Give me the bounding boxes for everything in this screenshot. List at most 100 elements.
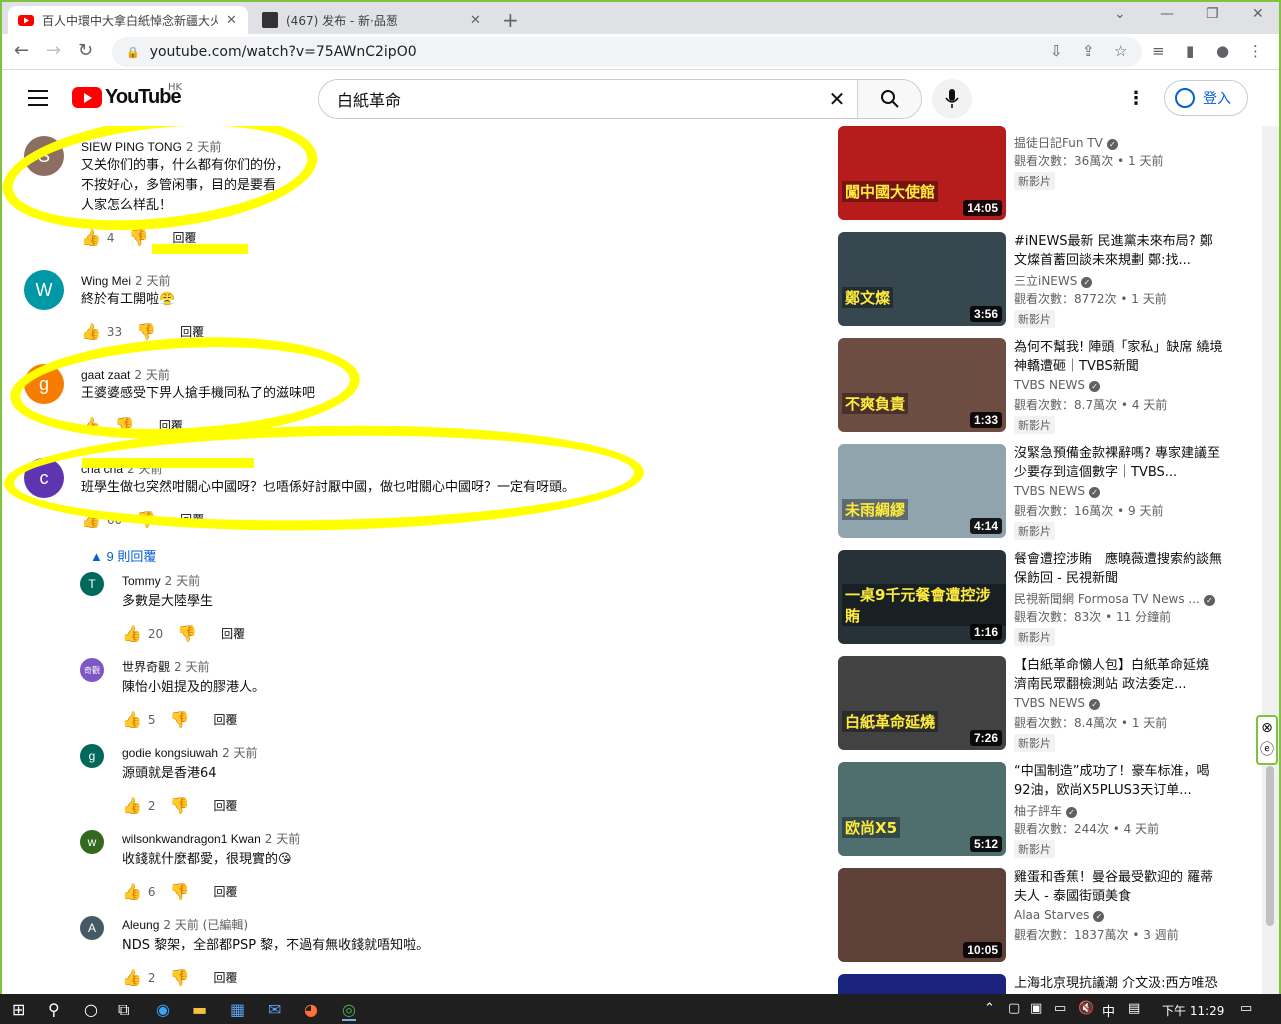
video-channel[interactable]: Alaa Starves ✓ [1014,908,1105,922]
like-icon[interactable]: 👍 [81,322,101,341]
settings-more-icon[interactable]: ⋮ [1127,88,1145,109]
like-icon[interactable]: 👍 [81,510,101,529]
edge-icon[interactable]: ◉ [156,1000,170,1019]
related-video[interactable]: 欧尚X5 5:12 “中国制造”成功了！豪车标准，喝92油，欧尚X5PLUS3天订单… [838,762,1258,858]
avatar[interactable]: W [24,270,64,310]
video-channel[interactable]: 三立iNEWS ✓ [1014,272,1093,289]
dislike-icon[interactable]: 👎 [177,624,197,643]
like-icon[interactable]: 👍 [122,882,142,901]
video-title[interactable]: 餐會遭控涉賄 應曉薇遭搜索約談無保飭回 - 民視新聞 [1014,550,1224,588]
video-title[interactable]: 【白紙革命懶人包】白紙革命延燒 濟南民眾翻檢測站 政法委定... [1014,656,1224,694]
comment-author[interactable]: wilsonkwandragon1 Kwan [122,832,261,846]
video-thumbnail[interactable]: 未雨綢繆 4:14 [838,444,1006,538]
replies-toggle-button[interactable]: ▲ 9 則回覆 [90,546,156,565]
close-window-icon[interactable]: ✕ [1252,6,1264,22]
like-icon[interactable]: 👍 [122,624,142,643]
related-video[interactable]: 未雨綢繆 4:14 沒緊急預備金款裸辭嗎? 專家建議至少要存到這個數字｜TVBS..… [838,444,1258,540]
avatar[interactable]: w [80,830,104,854]
forward-icon[interactable]: → [46,40,61,61]
comment-author[interactable]: godie kongsiuwah [122,746,218,760]
reload-icon[interactable]: ↻ [78,40,93,61]
like-icon[interactable]: 👍 [122,968,142,987]
comment-time[interactable]: 2 天前 [186,140,221,154]
dislike-icon[interactable]: 👎 [115,416,135,435]
tab-youtube[interactable]: 百人中環中大拿白紙悼念新疆大火 ✕ [8,6,248,34]
comment-author[interactable]: Tommy [122,574,161,588]
video-thumbnail[interactable]: 白紙革命延燒 7:26 [838,656,1006,750]
video-channel[interactable]: 揾徒日記Fun TV ✓ [1014,134,1118,151]
comment-time[interactable]: 2 天前 [165,574,200,588]
comment-time[interactable]: 2 天前 [174,660,209,674]
tab-search-icon[interactable]: ⌄ [1114,6,1126,22]
reply-button[interactable]: 回覆 [180,323,204,340]
video-title[interactable]: 為何不幫我! 陣頭「家私」缺席 繞境 神轎遭砸｜TVBS新聞 [1014,338,1224,376]
comment-time[interactable]: 2 天前 [135,274,170,288]
related-video[interactable]: 白紙革命延燒 7:26 【白紙革命懶人包】白紙革命延燒 濟南民眾翻檢測站 政法委定.… [838,656,1258,752]
avatar[interactable]: A [80,916,104,940]
tray-app-icon[interactable]: ▣ [1030,1001,1042,1016]
search-input[interactable] [319,80,817,118]
related-video[interactable]: 10:05 雞蛋和香蕉！曼谷最受歡迎的 羅蒂夫人 - 泰國街頭美食 Alaa Sta… [838,868,1258,962]
mail-icon[interactable]: ✉ [268,1000,281,1019]
store-icon[interactable]: ▦ [230,1000,245,1019]
dislike-icon[interactable]: 👎 [170,796,190,815]
hamburger-menu-icon[interactable] [28,90,48,106]
like-icon[interactable]: 👍 [81,228,101,247]
close-tab-icon[interactable]: ✕ [470,13,481,28]
comment-author[interactable]: SIEW PING TONG [81,140,182,154]
clear-search-icon[interactable]: ✕ [817,80,857,118]
volume-muted-icon[interactable]: 🔇 [1078,1001,1094,1016]
reply-button[interactable]: 回覆 [213,797,237,814]
like-icon[interactable]: 👍 [81,416,101,435]
scrollbar-thumb[interactable] [1266,766,1274,926]
avatar[interactable]: 奇觀 [80,658,104,682]
youtube-logo[interactable]: YouTube HK [72,82,182,109]
tab-pincong[interactable]: (467) 发布 - 新·品葱 ✕ [252,6,492,34]
task-view-icon[interactable]: ⧉ [118,1000,129,1020]
video-thumbnail[interactable]: 不爽負責 1:33 [838,338,1006,432]
extension-widget[interactable]: ⊗ ⓔ [1256,715,1278,765]
chrome-icon[interactable]: ◎ [342,1000,356,1021]
install-icon[interactable]: ⇩ [1050,42,1063,60]
chrome-menu-icon[interactable]: ⋮ [1248,42,1263,60]
comment-time[interactable]: 2 天前 [222,746,257,760]
like-icon[interactable]: 👍 [122,796,142,815]
tray-expand-icon[interactable]: ⌃ [984,1001,995,1016]
related-video[interactable]: 不爽負責 1:33 為何不幫我! 陣頭「家私」缺席 繞境 神轎遭砸｜TVBS新聞 TV… [838,338,1258,434]
avatar[interactable]: g [80,744,104,768]
video-title[interactable]: #iNEWS最新 民進黨未來布局? 鄭文燦首蓄回談未來規劃 鄭:找... [1014,232,1224,270]
comment-author[interactable]: gaat zaat [81,368,130,382]
share-icon[interactable]: ⇪ [1082,42,1095,60]
minimize-icon[interactable]: — [1160,6,1174,22]
windows-start-icon[interactable]: ⊞ [12,1000,25,1019]
dislike-icon[interactable]: 👎 [129,228,149,247]
reply-button[interactable]: 回覆 [213,711,237,728]
tray-app-icon[interactable]: ▢ [1008,1001,1020,1016]
avatar[interactable]: g [24,364,64,404]
search-icon[interactable]: ⚲ [48,1000,60,1019]
notifications-icon[interactable]: ▭ [1240,1001,1252,1016]
voice-search-button[interactable] [932,79,972,119]
reply-button[interactable]: 回覆 [180,511,204,528]
network-icon[interactable]: ▭ [1054,1001,1066,1016]
new-tab-icon[interactable]: + [502,8,519,32]
video-channel[interactable]: 民視新聞網 Formosa TV News ... ✓ [1014,590,1215,607]
video-title[interactable]: 上海北京現抗議潮 介文汲:西方唯恐中國不亂@中天新聞 [1014,974,1224,994]
ime-mode-icon[interactable]: ▤ [1128,1001,1140,1016]
like-icon[interactable]: 👍 [122,710,142,729]
restore-icon[interactable]: ❐ [1206,6,1219,22]
back-icon[interactable]: ← [14,40,29,61]
file-explorer-icon[interactable]: ▬ [192,1000,207,1019]
dislike-icon[interactable]: 👎 [170,968,190,987]
video-thumbnail[interactable]: 一桌9千元餐會遭控涉賄 1:16 [838,550,1006,644]
bookmark-star-icon[interactable]: ☆ [1114,42,1127,60]
video-thumbnail[interactable]: 欧尚X5 5:12 [838,762,1006,856]
media-icon[interactable]: ≡ [1152,42,1165,60]
comment-time[interactable]: 2 天前 [265,832,300,846]
page-scrollbar[interactable] [1262,126,1279,994]
search-button[interactable] [857,80,921,118]
dislike-icon[interactable]: 👎 [170,882,190,901]
related-video[interactable]: 鄭文燦 3:56 #iNEWS最新 民進黨未來布局? 鄭文燦首蓄回談未來規劃 鄭:找… [838,232,1258,328]
dislike-icon[interactable]: 👎 [136,322,156,341]
reply-button[interactable]: 回覆 [159,417,183,434]
